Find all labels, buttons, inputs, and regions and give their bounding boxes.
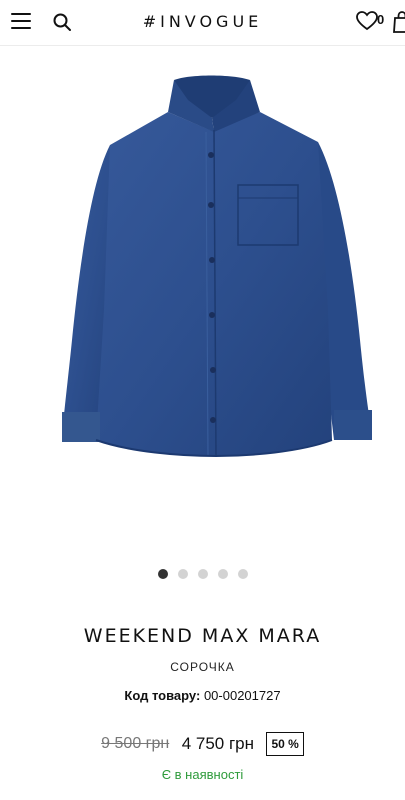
product-category: СОРОЧКА <box>170 660 235 674</box>
carousel-dot[interactable] <box>177 569 188 579</box>
carousel-dots <box>0 569 405 579</box>
new-price: 4 750 грн <box>181 734 254 753</box>
top-header: #INVOGUE 0 <box>0 0 405 46</box>
price-row: 9 500 грн 4 750 грн 50 % <box>0 732 405 756</box>
shopping-bag-icon[interactable] <box>392 11 405 33</box>
sku-label: Код товару: <box>124 688 201 703</box>
carousel-dot[interactable] <box>237 569 248 579</box>
product-sku: Код товару: 00-00201727 <box>0 688 405 703</box>
carousel-dot[interactable] <box>217 569 228 579</box>
product-image[interactable] <box>0 60 405 550</box>
wishlist-count: 0 <box>377 12 385 27</box>
discount-badge: 50 % <box>266 732 304 756</box>
product-brand[interactable]: WEEKEND MAX MARA <box>0 625 405 647</box>
stock-status: Є в наявності <box>161 767 244 782</box>
carousel-dot[interactable] <box>157 569 168 579</box>
old-price: 9 500 грн <box>101 735 170 752</box>
carousel-dot[interactable] <box>197 569 208 579</box>
heart-icon[interactable] <box>356 11 378 31</box>
sku-value: 00-00201727 <box>203 688 281 703</box>
site-logo[interactable]: #INVOGUE <box>0 12 405 31</box>
